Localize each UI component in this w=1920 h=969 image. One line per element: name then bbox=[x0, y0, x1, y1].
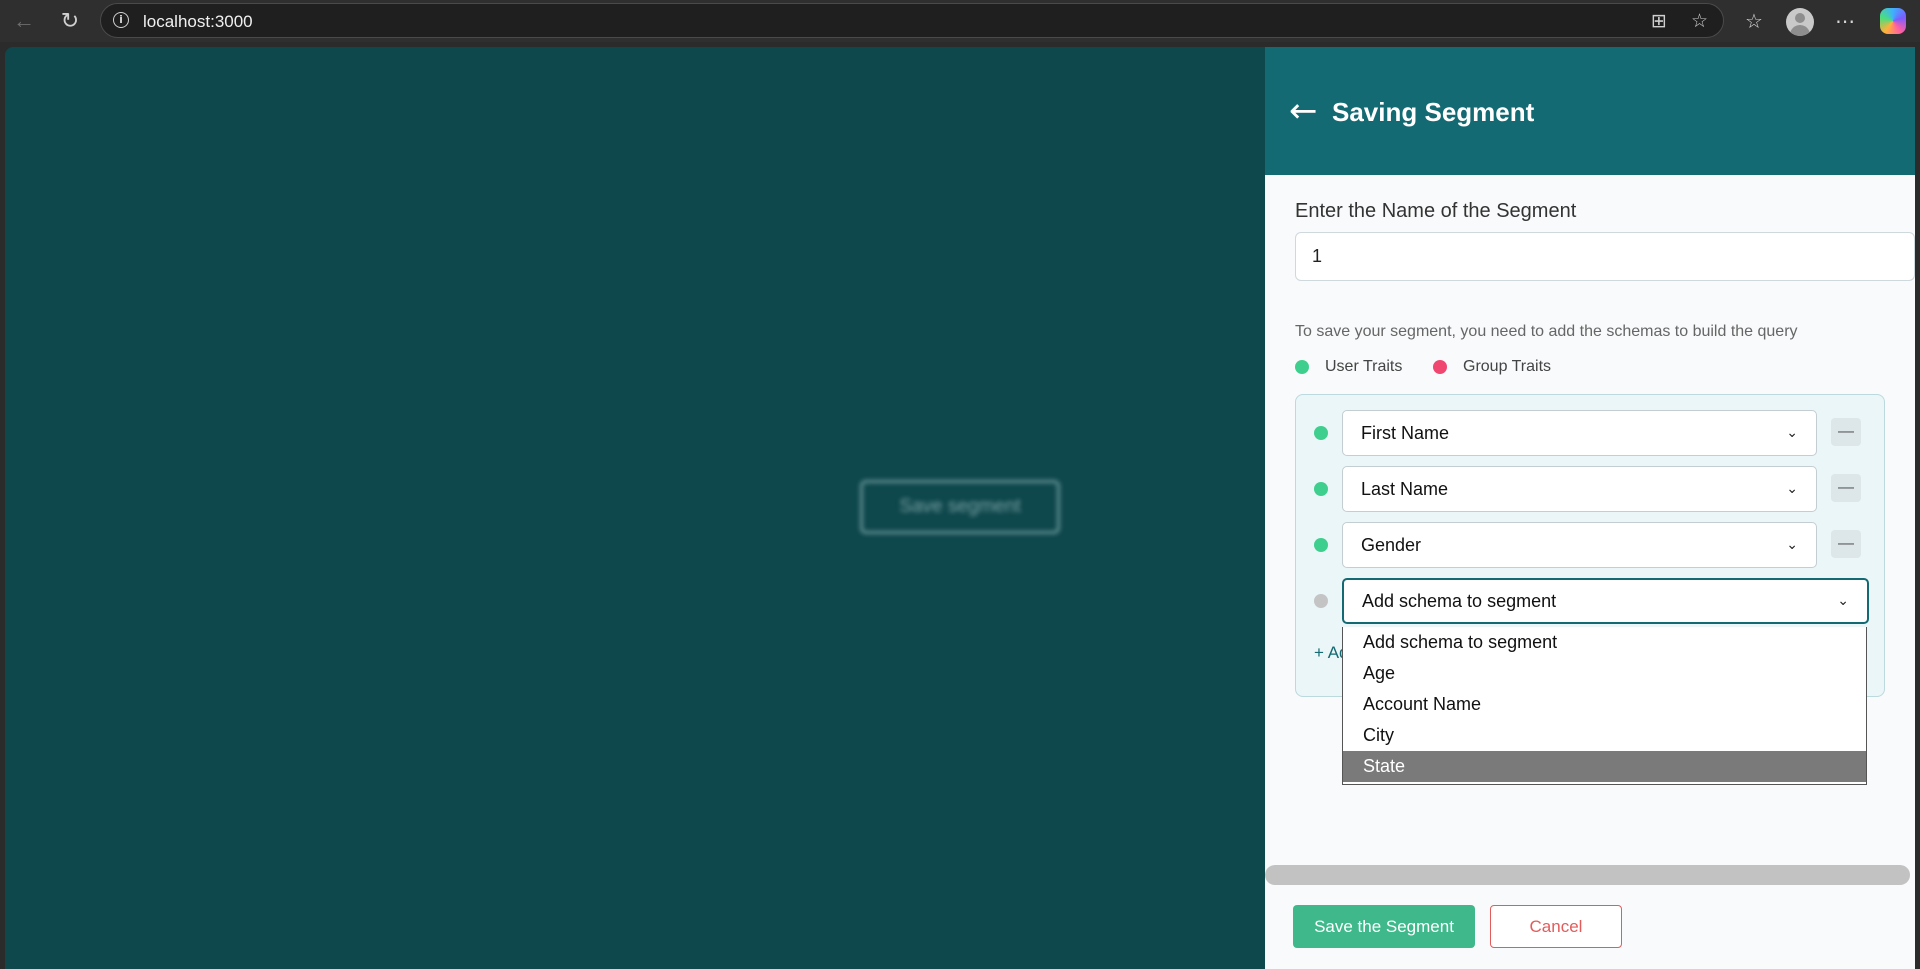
dropdown-option[interactable]: Account Name bbox=[1343, 689, 1866, 720]
copilot-icon[interactable] bbox=[1880, 8, 1906, 34]
dropdown-option[interactable]: City bbox=[1343, 720, 1866, 751]
schema-dropdown-list: Add schema to segment Age Account Name C… bbox=[1342, 627, 1867, 785]
add-schema-row: Add schema to segment ⌄ bbox=[1296, 578, 1886, 624]
add-schema-select[interactable]: Add schema to segment ⌄ bbox=[1342, 578, 1869, 624]
segment-name-label: Enter the Name of the Segment bbox=[1295, 200, 1577, 222]
user-traits-dot-icon bbox=[1295, 360, 1309, 374]
group-traits-dot-icon bbox=[1433, 360, 1447, 374]
dropdown-option[interactable]: Add schema to segment bbox=[1343, 627, 1866, 658]
schema-row: Gender ⌄ — bbox=[1296, 522, 1886, 568]
browser-toolbar: ← ↻ i localhost:3000 ⊞ ☆ ☆ ⋯ bbox=[0, 0, 1920, 42]
schema-select[interactable]: First Name ⌄ bbox=[1342, 410, 1817, 456]
schema-select-value: Gender bbox=[1361, 534, 1422, 555]
segment-name-input[interactable] bbox=[1295, 232, 1915, 281]
save-segment-button[interactable]: Save the Segment bbox=[1293, 905, 1475, 948]
remove-schema-button[interactable]: — bbox=[1831, 474, 1861, 502]
empty-trait-dot-icon bbox=[1314, 594, 1328, 608]
dropdown-option[interactable]: Age bbox=[1343, 658, 1866, 689]
schema-select[interactable]: Last Name ⌄ bbox=[1342, 466, 1817, 512]
info-icon[interactable]: i bbox=[113, 12, 129, 28]
chevron-down-icon: ⌄ bbox=[1786, 425, 1798, 441]
remove-schema-button[interactable]: — bbox=[1831, 530, 1861, 558]
back-arrow-icon[interactable]: ← bbox=[1289, 91, 1318, 131]
drawer-title: Saving Segment bbox=[1332, 97, 1535, 127]
save-segment-button-background: Save segment bbox=[860, 480, 1060, 534]
schema-row: Last Name ⌄ — bbox=[1296, 466, 1886, 512]
cancel-button[interactable]: Cancel bbox=[1490, 905, 1622, 948]
profile-icon[interactable] bbox=[1786, 8, 1814, 36]
legend-user-traits: User Traits bbox=[1295, 358, 1402, 376]
legend-label: User Traits bbox=[1325, 358, 1403, 375]
url-text[interactable]: localhost:3000 bbox=[143, 12, 253, 32]
schema-hint-text: To save your segment, you need to add th… bbox=[1295, 323, 1798, 340]
chevron-down-icon: ⌄ bbox=[1786, 481, 1798, 497]
chevron-down-icon: ⌄ bbox=[1786, 537, 1798, 553]
save-segment-drawer: ← Saving Segment Enter the Name of the S… bbox=[1265, 47, 1915, 969]
schema-row: First Name ⌄ — bbox=[1296, 410, 1886, 456]
add-schema-select-value: Add schema to segment bbox=[1362, 590, 1557, 611]
star-icon[interactable]: ☆ bbox=[1691, 10, 1708, 32]
reload-icon[interactable]: ↻ bbox=[54, 6, 86, 36]
schema-select-value: Last Name bbox=[1361, 478, 1449, 499]
schema-select[interactable]: Gender ⌄ bbox=[1342, 522, 1817, 568]
legend-group-traits: Group Traits bbox=[1433, 358, 1551, 376]
horizontal-scrollbar[interactable] bbox=[1265, 865, 1910, 885]
drawer-header: ← Saving Segment bbox=[1265, 47, 1915, 175]
legend-label: Group Traits bbox=[1463, 358, 1552, 375]
user-trait-dot-icon bbox=[1314, 426, 1328, 440]
schema-select-value: First Name bbox=[1361, 422, 1450, 443]
favorites-icon[interactable]: ☆ bbox=[1738, 6, 1770, 36]
dropdown-option-highlighted[interactable]: State bbox=[1343, 751, 1866, 782]
remove-schema-button[interactable]: — bbox=[1831, 418, 1861, 446]
address-bar[interactable]: i localhost:3000 ⊞ ☆ bbox=[100, 3, 1724, 38]
back-arrow-icon[interactable]: ← bbox=[8, 6, 40, 36]
apps-icon[interactable]: ⊞ bbox=[1651, 10, 1667, 32]
user-trait-dot-icon bbox=[1314, 538, 1328, 552]
more-icon[interactable]: ⋯ bbox=[1829, 6, 1861, 36]
chevron-down-icon: ⌄ bbox=[1837, 593, 1849, 609]
user-trait-dot-icon bbox=[1314, 482, 1328, 496]
